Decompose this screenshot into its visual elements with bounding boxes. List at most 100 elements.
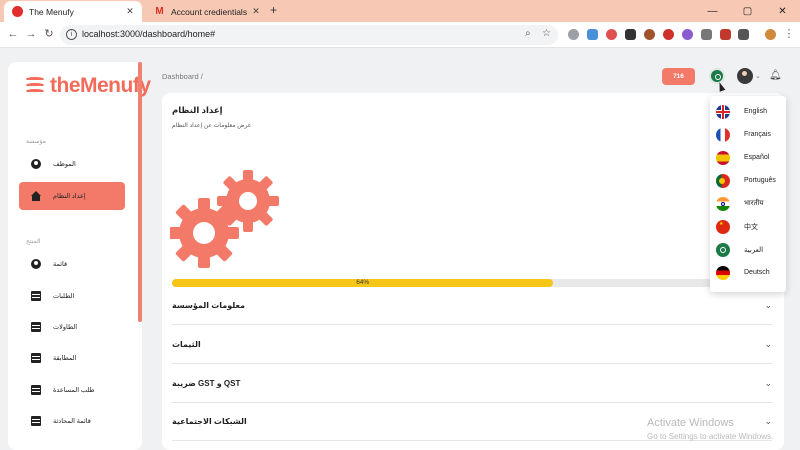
home-icon xyxy=(31,190,41,201)
chevron-down-icon[interactable]: ⌄ xyxy=(755,72,761,80)
back-icon[interactable]: ← xyxy=(6,27,20,41)
sidebar-item-help-request[interactable]: طلب المساعدة xyxy=(19,376,125,404)
chevron-down-icon[interactable]: ⌄ xyxy=(764,339,772,350)
sidebar-item-chat-list[interactable]: قائمة المحادثة xyxy=(19,407,125,435)
sidebar-item-system-setup[interactable]: إعداد النظام xyxy=(19,182,125,210)
language-name: 中文 xyxy=(744,223,758,231)
extension-icon[interactable] xyxy=(587,29,598,40)
tab-close-icon[interactable]: ✕ xyxy=(124,6,136,17)
tab-the-menufy[interactable]: The Menufy ✕ xyxy=(4,1,142,22)
url-text[interactable]: localhost:3000/dashboard/home# xyxy=(82,29,215,39)
extension-icon[interactable] xyxy=(663,29,674,40)
person-icon xyxy=(31,159,41,169)
language-name: العربية xyxy=(744,246,764,254)
language-name: Français xyxy=(744,131,771,138)
person-icon xyxy=(31,259,41,269)
extension-icon[interactable] xyxy=(682,29,693,40)
tab-title: The Menufy xyxy=(29,6,74,17)
section-label: الشبكات الاجتماعية xyxy=(172,417,247,426)
sidebar-item-tables[interactable]: الطاولات xyxy=(19,313,125,341)
sidebar-item-label: الطلبات xyxy=(53,293,75,300)
table-icon xyxy=(31,322,41,332)
sidebar-item-orders[interactable]: الطلبات xyxy=(19,282,125,310)
chevron-down-icon[interactable]: ⌄ xyxy=(764,300,772,311)
section-organization-info[interactable]: معلومات المؤسسة ⌄ xyxy=(172,287,772,325)
sidebar-item-kitchen[interactable]: المطابقة xyxy=(19,344,125,372)
extension-icon[interactable] xyxy=(720,29,731,40)
gmail-favicon-icon: M xyxy=(155,6,164,17)
extension-icon[interactable] xyxy=(625,29,636,40)
new-tab-button[interactable]: + xyxy=(270,3,277,17)
sidebar-item-label: طلب المساعدة xyxy=(53,387,95,394)
sidebar-item-label: إعداد النظام xyxy=(53,193,86,200)
page-subtitle: عرض معلومات عن إعداد النظام xyxy=(172,123,252,129)
section-label: معلومات المؤسسة xyxy=(172,301,245,310)
address-bar[interactable]: i localhost:3000/dashboard/home# ⌕ ☆ xyxy=(60,25,558,45)
tab-close-icon[interactable]: ✕ xyxy=(250,6,262,17)
forward-icon[interactable]: → xyxy=(24,27,38,41)
chevron-down-icon[interactable]: ⌄ xyxy=(764,416,772,427)
language-option-portuguese[interactable]: Português xyxy=(710,169,786,192)
logo-waves-icon xyxy=(26,75,46,97)
table-icon xyxy=(31,353,41,363)
language-name: English xyxy=(744,108,767,115)
app-logo[interactable]: theMenufy xyxy=(26,74,151,98)
extensions-puzzle-icon[interactable] xyxy=(738,29,749,40)
table-icon xyxy=(31,291,41,301)
tab-account-credentials[interactable]: M Account credientials - salimmal ✕ xyxy=(146,1,268,22)
breadcrumb[interactable]: Dashboard / xyxy=(162,72,203,81)
extension-icon[interactable] xyxy=(568,29,579,40)
language-option-arabic[interactable]: العربية xyxy=(710,238,786,261)
user-avatar[interactable] xyxy=(737,68,753,84)
reload-icon[interactable]: ↻ xyxy=(42,27,56,41)
logo-text: theMenufy xyxy=(50,74,151,97)
language-option-german[interactable]: Deutsch xyxy=(710,261,786,284)
bookmark-star-icon[interactable]: ☆ xyxy=(542,28,551,39)
count-badge[interactable]: 716 xyxy=(662,68,695,85)
chevron-down-icon[interactable]: ⌄ xyxy=(764,378,772,389)
extension-icon[interactable] xyxy=(701,29,712,40)
table-icon xyxy=(31,385,41,395)
france-flag-icon xyxy=(716,127,730,142)
sidebar-item-label: قائمة xyxy=(53,261,68,268)
system-setup-card: إعداد النظام عرض معلومات عن إعداد النظام xyxy=(162,93,784,450)
language-name: Español xyxy=(744,154,770,161)
sidebar-item-label: المطابقة xyxy=(53,355,77,362)
sidebar-scrollbar[interactable] xyxy=(138,62,142,322)
setup-progress-bar: 64% xyxy=(172,279,768,287)
china-flag-icon: ★ xyxy=(716,219,730,234)
language-option-chinese[interactable]: ★ 中文 xyxy=(710,215,786,238)
uk-flag-icon xyxy=(716,104,730,119)
sidebar-item-label: الموظف xyxy=(53,161,76,168)
close-window-icon[interactable]: ✕ xyxy=(765,0,800,22)
language-name: भारतीय xyxy=(744,200,764,207)
tab-title: Account credientials - salimmal xyxy=(171,6,250,17)
minimize-icon[interactable]: — xyxy=(695,0,730,22)
language-option-english[interactable]: English xyxy=(710,100,786,123)
section-gst-qst-tax[interactable]: ضريبة GST و QST ⌄ xyxy=(172,365,772,403)
language-option-french[interactable]: Français xyxy=(710,123,786,146)
language-option-spanish[interactable]: Español xyxy=(710,146,786,169)
section-label: ضريبة GST و QST xyxy=(172,379,241,388)
spain-flag-icon xyxy=(716,150,730,165)
menufy-favicon-icon xyxy=(12,6,23,17)
sidebar: theMenufy مؤسسة الموظف إعداد النظام المن… xyxy=(8,62,151,450)
sidebar-item-label: قائمة المحادثة xyxy=(53,418,91,425)
activate-windows-title: Activate Windows xyxy=(647,417,734,429)
section-themes[interactable]: الثيمات ⌄ xyxy=(172,326,772,364)
browser-menu-icon[interactable]: ⋮ xyxy=(782,27,796,41)
progress-fill: 64% xyxy=(172,279,554,287)
portugal-flag-icon xyxy=(716,173,730,188)
site-info-icon[interactable]: i xyxy=(66,29,77,40)
extension-icon[interactable] xyxy=(644,29,655,40)
sidebar-item-menu[interactable]: قائمة xyxy=(19,250,125,278)
language-option-hindi[interactable]: भारतीय xyxy=(710,192,786,215)
language-name: Deutsch xyxy=(744,269,770,276)
zoom-icon[interactable]: ⌕ xyxy=(525,28,531,39)
maximize-icon[interactable]: ▢ xyxy=(730,0,765,22)
bell-icon[interactable]: 🔔︎ xyxy=(769,70,782,81)
profile-avatar-icon[interactable] xyxy=(765,29,776,40)
mouse-cursor-icon xyxy=(716,81,726,92)
extension-icon[interactable] xyxy=(606,29,617,40)
sidebar-item-employee[interactable]: الموظف xyxy=(19,150,125,178)
